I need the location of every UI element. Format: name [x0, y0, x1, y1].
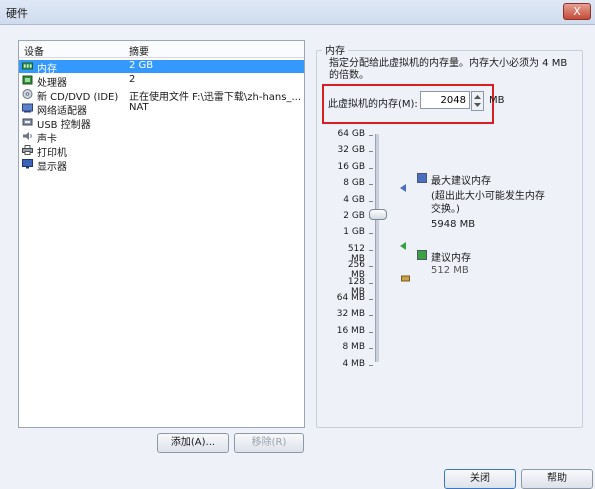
device-list[interactable]: 设备 摘要 内存 2 GB 处理器 2 新 CD/DVD (IDE) 正在使用文… [18, 40, 305, 428]
max-recommended-legend-icon [417, 173, 427, 183]
close-window-button[interactable]: X [563, 3, 591, 20]
device-name: USB 控制器 [37, 120, 91, 131]
device-summary: 正在使用文件 F:\迅雷下载\zh-hans_... [129, 92, 301, 103]
device-summary: 2 [129, 74, 136, 85]
recommended-marker [400, 242, 406, 250]
memory-size-input[interactable] [420, 91, 470, 109]
scale-label: 2 GB [343, 211, 365, 221]
scale-label: 1 GB [343, 227, 365, 238]
max-recommended-note: (超出此大小可能发生内存交换。) [431, 191, 545, 215]
memory-slider-track[interactable] [375, 134, 379, 362]
device-row-processor[interactable]: 处理器 2 [19, 74, 304, 89]
scale-label: 64 MB [336, 293, 365, 303]
remove-device-button[interactable]: 移除(R) [234, 433, 304, 453]
cd-dvd-icon [22, 89, 33, 99]
memory-spinner[interactable] [471, 91, 484, 111]
device-name: 打印机 [37, 148, 67, 159]
column-header-device[interactable]: 设备 [24, 43, 44, 58]
sound-card-icon [23, 132, 32, 140]
memory-unit: MB [489, 95, 505, 106]
scale-label: 16 MB [336, 325, 365, 336]
scale-tick [369, 315, 373, 317]
scale-tick [369, 348, 373, 350]
device-row-network-adapter[interactable]: 网络适配器 NAT [19, 102, 304, 117]
device-list-header: 设备 摘要 [19, 41, 304, 58]
recommended-legend-icon [417, 250, 427, 260]
scale-tick [369, 282, 373, 284]
device-row-memory[interactable]: 内存 2 GB [19, 60, 304, 75]
scale-label: 64 GB [337, 129, 365, 139]
window-title: 硬件 [6, 7, 28, 20]
device-name: 显示器 [37, 162, 67, 173]
scale-label: 32 GB [337, 145, 365, 156]
spinner-arrows-icon [474, 95, 481, 107]
device-name: 新 CD/DVD (IDE) [37, 92, 119, 103]
memory-group-title: 内存 [322, 42, 348, 57]
scale-tick [369, 266, 373, 268]
scale-tick [369, 331, 373, 333]
scale-tick [369, 167, 373, 169]
max-recommended-title: 最大建议内存 [431, 176, 491, 187]
processor-icon [22, 75, 33, 85]
memory-icon [22, 62, 33, 70]
scale-label: 4 MB [342, 358, 365, 369]
help-button[interactable]: 帮助 [521, 469, 593, 489]
scale-label: 16 GB [337, 161, 365, 172]
scale-tick [369, 135, 373, 136]
scale-tick [369, 184, 373, 186]
scale-tick [369, 233, 373, 235]
usb-icon [22, 118, 33, 126]
memory-slider-thumb[interactable] [369, 209, 387, 220]
scale-tick [369, 299, 373, 300]
scale-tick [369, 200, 373, 202]
display-icon [22, 159, 33, 169]
column-header-summary[interactable]: 摘要 [129, 43, 149, 58]
close-button[interactable]: 关闭 [444, 469, 516, 489]
scale-tick [369, 364, 373, 366]
max-recommended-marker [400, 184, 406, 192]
device-row-usb-controller[interactable]: USB 控制器 [19, 116, 304, 131]
scale-tick [369, 151, 373, 153]
scale-label: 8 GB [343, 178, 365, 189]
scale-label: 32 MB [336, 309, 365, 320]
memory-description: 指定分配给此虚拟机的内存量。内存大小必须为 4 MB 的倍数。 [329, 58, 568, 81]
device-name: 处理器 [37, 78, 67, 89]
device-name: 声卡 [37, 134, 57, 145]
scale-tick [369, 249, 373, 251]
network-adapter-icon [22, 103, 33, 113]
device-row-printer[interactable]: 打印机 [19, 144, 304, 159]
device-name: 内存 [37, 64, 57, 75]
max-recommended-value: 5948 MB [431, 219, 476, 230]
add-device-button[interactable]: 添加(A)... [157, 433, 229, 453]
device-row-cd-dvd[interactable]: 新 CD/DVD (IDE) 正在使用文件 F:\迅雷下载\zh-hans_..… [19, 88, 304, 103]
device-summary: NAT [129, 102, 149, 113]
guest-os-marker-icon [401, 275, 410, 282]
recommended-title: 建议内存 [431, 253, 471, 264]
device-row-display[interactable]: 显示器 [19, 158, 304, 173]
scale-label: 8 MB [342, 342, 365, 353]
device-summary: 2 GB [129, 60, 154, 71]
recommended-value: 512 MB [431, 265, 469, 276]
device-name: 网络适配器 [37, 106, 87, 117]
title-bar: 硬件 X [0, 0, 595, 25]
printer-icon [22, 145, 33, 155]
scale-label: 4 GB [343, 194, 365, 205]
memory-field-label: 此虚拟机的内存(M): [328, 99, 418, 110]
device-row-sound-card[interactable]: 声卡 [19, 130, 304, 145]
